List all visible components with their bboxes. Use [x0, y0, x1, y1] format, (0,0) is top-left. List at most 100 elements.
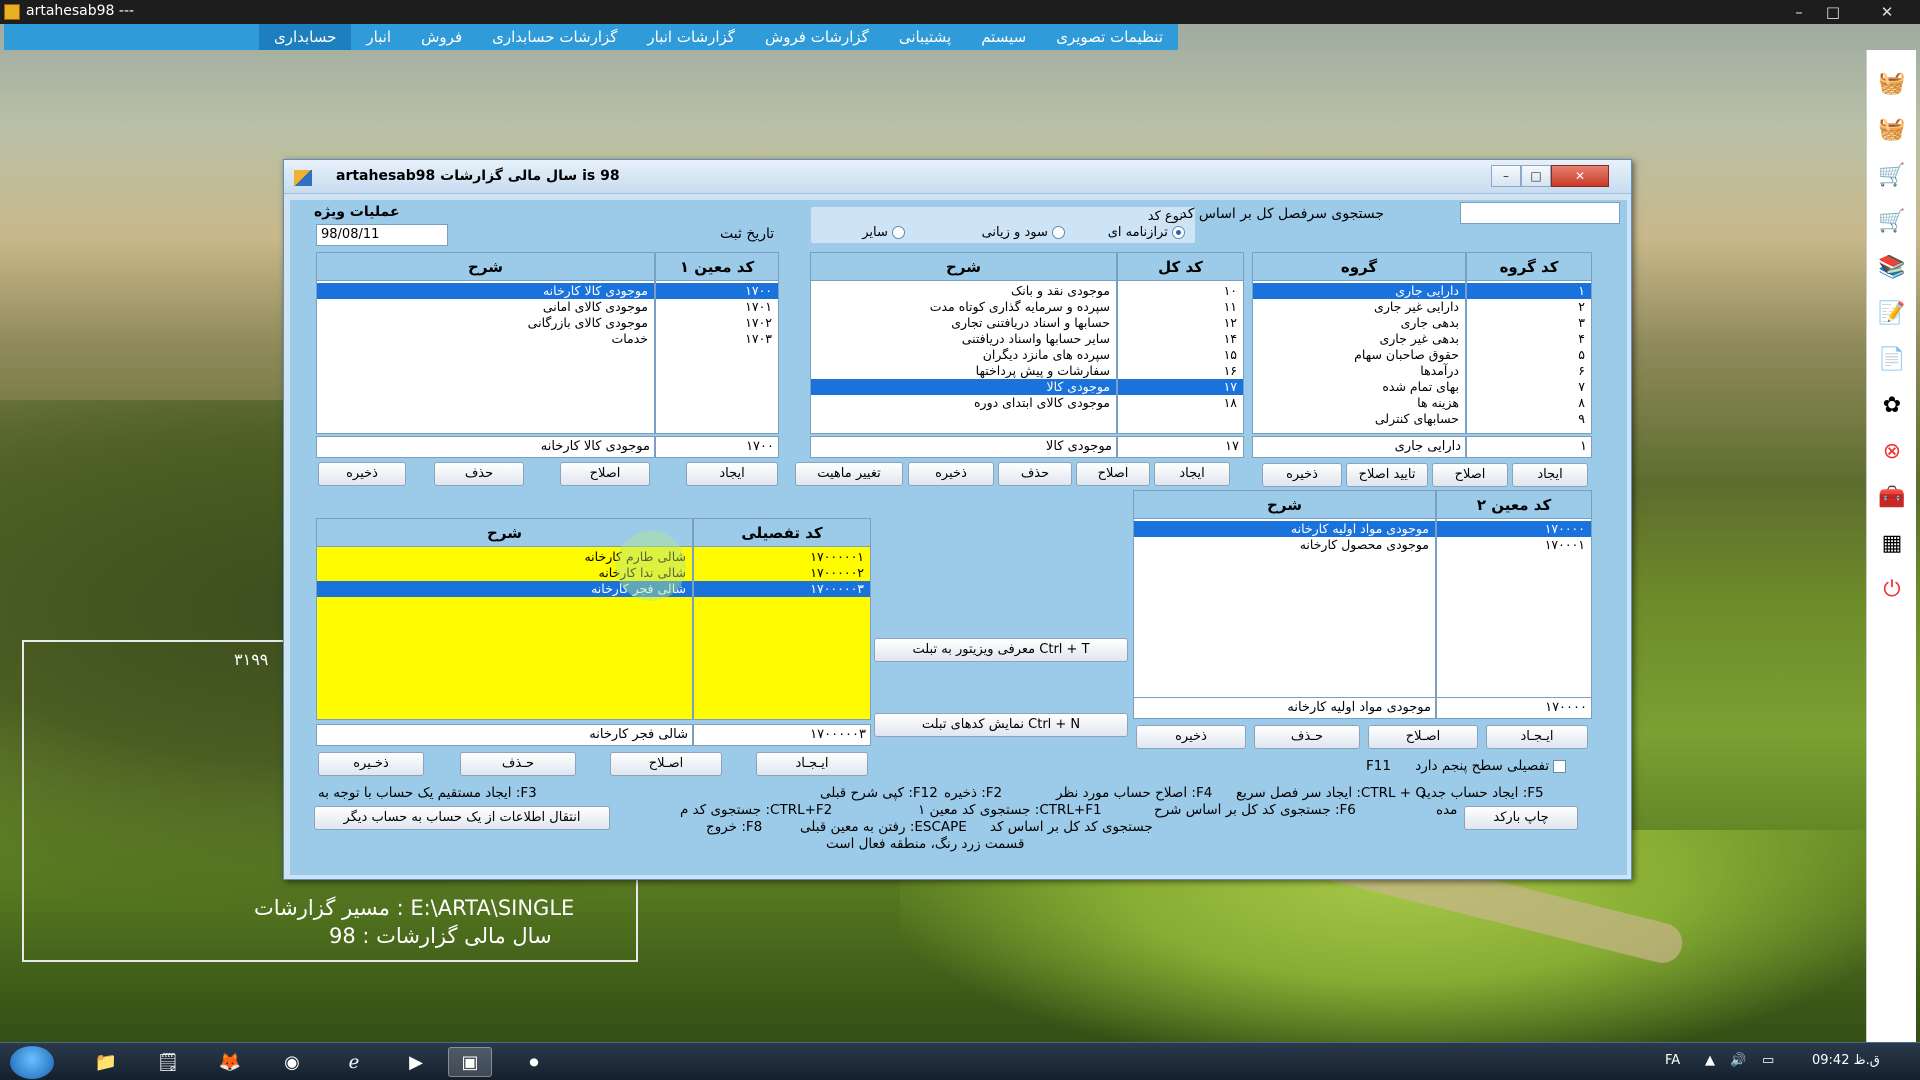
date-input[interactable]: 98/08/11 — [316, 224, 448, 246]
list-item[interactable]: هزینه ها — [1253, 395, 1465, 411]
sub1-delete-button[interactable]: حذف — [434, 462, 524, 486]
firefox-icon[interactable]: 🦊 — [208, 1047, 252, 1077]
list-item[interactable]: ۶ — [1467, 363, 1591, 379]
group-confirm-edit-button[interactable]: تایید اصلاح — [1346, 463, 1428, 487]
sub2-create-button[interactable]: ایـجـاد — [1486, 725, 1588, 749]
document-icon[interactable]: 📄 — [1875, 342, 1909, 376]
list-item[interactable]: سپرده های مانزد دیگران — [811, 347, 1116, 363]
dialog-maximize-button[interactable]: □ — [1521, 165, 1551, 187]
detail-edit-button[interactable]: اصـلاح — [610, 752, 722, 776]
menu-support[interactable]: پشتیبانی — [884, 24, 966, 50]
ledger-save-button[interactable]: ذخیره — [908, 462, 994, 486]
list-item[interactable]: ۱۰ — [1118, 283, 1243, 299]
list-item[interactable]: ۱۷۰۱ — [656, 299, 778, 315]
introduce-visitor-button[interactable]: Ctrl + T معرفی ویزیتور به تبلت — [874, 638, 1128, 662]
basket-icon[interactable]: 🧺 — [1875, 66, 1909, 100]
maximize-button[interactable]: □ — [1820, 2, 1846, 22]
folder-icon[interactable]: 📁 — [84, 1047, 128, 1077]
close-button[interactable]: ✕ — [1874, 2, 1900, 22]
group-code-field[interactable]: ۱ — [1466, 436, 1592, 458]
list-item[interactable]: سفارشات و پیش پرداختها — [811, 363, 1116, 379]
calculator-icon[interactable]: ▦ — [1875, 526, 1909, 560]
sub2-edit-button[interactable]: اصـلاح — [1368, 725, 1478, 749]
list-item[interactable]: ۴ — [1467, 331, 1591, 347]
menu-warehouse[interactable]: انبار — [351, 24, 406, 50]
list-item[interactable]: حسابها و اسناد دریافتنی تجاری — [811, 315, 1116, 331]
settings-flower-icon[interactable]: ✿ — [1875, 388, 1909, 422]
sub1-create-button[interactable]: ایجاد — [686, 462, 778, 486]
list-item[interactable]: ۱۷۰۳ — [656, 331, 778, 347]
list-item[interactable]: موجودی نقد و بانک — [811, 283, 1116, 299]
group-save-button[interactable]: ذخیره — [1262, 463, 1342, 487]
radio-balance-indicator[interactable] — [1172, 226, 1185, 239]
radio-other[interactable]: سایر — [862, 225, 905, 240]
list-item[interactable]: ۱۵ — [1118, 347, 1243, 363]
menu-warehouse-reports[interactable]: گزارشات انبار — [632, 24, 750, 50]
list-item[interactable]: ۳ — [1467, 315, 1591, 331]
list-item[interactable]: سایر حسابها واسناد دریافتنی — [811, 331, 1116, 347]
radio-balance[interactable]: ترازنامه ای — [1108, 225, 1185, 240]
ledger-code-field[interactable]: ۱۷ — [1117, 436, 1244, 458]
list-item[interactable]: بدهی جاری — [1253, 315, 1465, 331]
group-create-button[interactable]: ایجاد — [1512, 463, 1588, 487]
list-item[interactable]: موجودی کالای امانی — [317, 299, 654, 315]
note-edit-icon[interactable]: 📝 — [1875, 296, 1909, 330]
detail-code-field[interactable]: ۱۷۰۰۰۰۰۳ — [693, 724, 871, 746]
search-input[interactable] — [1460, 202, 1620, 224]
sub2-save-button[interactable]: ذخیره — [1136, 725, 1246, 749]
list-item[interactable]: درآمدها — [1253, 363, 1465, 379]
menu-visual-settings[interactable]: تنظیمات تصویری — [1041, 24, 1178, 50]
list-item[interactable]: ۱۷۰۲ — [656, 315, 778, 331]
radio-profit-loss-indicator[interactable] — [1052, 226, 1065, 239]
list-item[interactable]: حسابهای کنترلی — [1253, 411, 1465, 427]
list-item[interactable]: ۱۷۰۰۰۰۰۳ — [694, 581, 870, 597]
list-item[interactable]: بدهی غیر جاری — [1253, 331, 1465, 347]
ledger-delete-button[interactable]: حذف — [998, 462, 1072, 486]
list-item[interactable]: سپرده و سرمایه گذاری کوتاه مدت — [811, 299, 1116, 315]
start-button[interactable] — [10, 1046, 54, 1079]
books-icon[interactable]: 📚 — [1875, 250, 1909, 284]
list-item[interactable]: دارایی جاری — [1253, 283, 1465, 299]
fifth-level-option[interactable]: تفصیلی سطح پنجم دارد F11 — [1366, 758, 1567, 774]
detail-desc-field[interactable]: شالی فجر کارخانه — [316, 724, 693, 746]
sub1-edit-button[interactable]: اصلاح — [560, 462, 650, 486]
chrome-icon[interactable]: ◉ — [270, 1047, 314, 1077]
list-item[interactable]: ۵ — [1467, 347, 1591, 363]
change-nature-button[interactable]: تغییر ماهیت — [795, 462, 903, 486]
list-item[interactable]: ۱۷۰۰۰۰ — [1437, 521, 1591, 537]
list-item[interactable]: دارایی غیر جاری — [1253, 299, 1465, 315]
cart-edit-icon[interactable]: 🛒 — [1875, 204, 1909, 238]
print-barcode-button[interactable]: چاپ بارکد — [1464, 806, 1578, 830]
list-item[interactable]: بهای تمام شده — [1253, 379, 1465, 395]
menu-sales[interactable]: فروش — [406, 24, 477, 50]
list-item[interactable]: موجودی کالا — [811, 379, 1116, 395]
basket-remove-icon[interactable]: 🧺 — [1875, 112, 1909, 146]
detail-delete-button[interactable]: حـذف — [460, 752, 576, 776]
minimize-button[interactable]: – — [1786, 2, 1812, 22]
ledger-edit-button[interactable]: اصلاح — [1076, 462, 1150, 486]
clock[interactable]: ق.ظ 09:42 — [1812, 1053, 1880, 1068]
ledger-create-button[interactable]: ایجاد — [1154, 462, 1230, 486]
dialog-close-button[interactable]: ✕ — [1551, 165, 1609, 187]
edge-icon[interactable]: ℯ — [332, 1047, 376, 1077]
dialog-minimize-button[interactable]: – — [1491, 165, 1521, 187]
list-item[interactable]: موجودی کالای ابتدای دوره — [811, 395, 1116, 411]
language-indicator[interactable]: FA — [1665, 1053, 1680, 1068]
list-item[interactable]: ۲ — [1467, 299, 1591, 315]
radio-profit-loss[interactable]: سود و زیانی — [982, 225, 1065, 240]
menu-accounting[interactable]: حسابداری — [258, 24, 352, 50]
list-item[interactable]: ۱۷۰۰۰۰۰۱ — [694, 549, 870, 565]
list-item[interactable]: ۱۱ — [1118, 299, 1243, 315]
detail-save-button[interactable]: ذخـیره — [318, 752, 424, 776]
cancel-icon[interactable]: ⊗ — [1875, 434, 1909, 468]
tools-icon[interactable]: 🧰 — [1875, 480, 1909, 514]
network-icon[interactable]: ▭ — [1762, 1053, 1774, 1068]
list-item[interactable]: ۱۷ — [1118, 379, 1243, 395]
fifth-level-checkbox[interactable] — [1553, 759, 1567, 773]
group-field[interactable]: دارایی جاری — [1252, 436, 1466, 458]
transfer-button[interactable]: انتقال اطلاعات از یک حساب به حساب دیگر — [314, 806, 610, 830]
list-item[interactable]: ۱۷۰۰ — [656, 283, 778, 299]
menu-sales-reports[interactable]: گزارشات فروش — [750, 24, 884, 50]
list-item[interactable]: ۱۷۰۰۰۱ — [1437, 537, 1591, 553]
show-tablet-codes-button[interactable]: Ctrl + N نمایش کدهای تبلت — [874, 713, 1128, 737]
